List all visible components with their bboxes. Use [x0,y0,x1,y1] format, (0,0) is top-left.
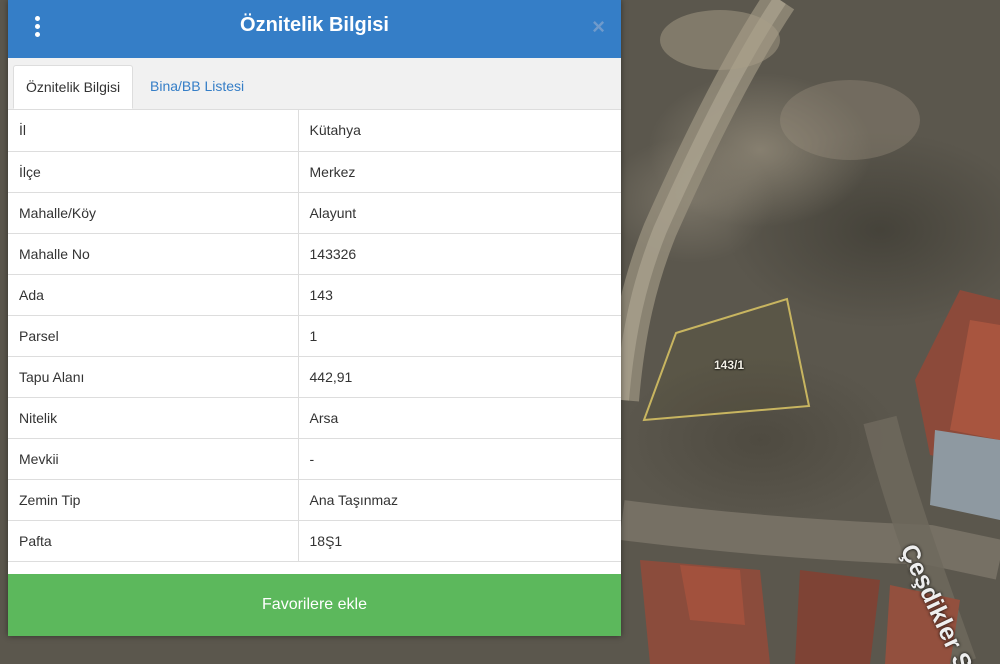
add-to-favorites-button[interactable]: Favorilere ekle [8,574,621,636]
attribute-key: Nitelik [8,397,299,439]
tab-building-list[interactable]: Bina/BB Listesi [138,65,256,109]
attribute-value: Arsa [298,397,621,439]
attribute-value: 143 [298,274,621,316]
table-row: Tapu Alanı 442,91 [8,356,621,398]
tab-attribute-info[interactable]: Öznitelik Bilgisi [13,65,134,109]
table-row: İl Kütahya [8,110,621,152]
panel-title: Öznitelik Bilgisi [240,14,389,36]
table-row: Ada 143 [8,274,621,316]
table-row: Mahalle/Köy Alayunt [8,192,621,234]
attribute-key: Pafta [8,520,299,562]
attribute-value: Alayunt [298,192,621,234]
attribute-key: Mahalle/Köy [8,192,299,234]
attribute-value: Ana Taşınmaz [298,479,621,521]
parcel-label: 143/1 [714,358,745,372]
table-row: Parsel 1 [8,315,621,357]
attribute-key: Mahalle No [8,233,299,275]
table-row: Nitelik Arsa [8,397,621,439]
table-row: İlçe Merkez [8,151,621,193]
table-row: Mahalle No 143326 [8,233,621,275]
attribute-key: Tapu Alanı [8,356,299,398]
panel-header: Öznitelik Bilgisi × [8,0,621,58]
attribute-value: 18Ş1 [298,520,621,562]
attribute-key: Mevkii [8,438,299,480]
attribute-value: 1 [298,315,621,357]
close-icon[interactable]: × [592,15,605,39]
attribute-info-panel: Öznitelik Bilgisi × Öznitelik Bilgisi Bi… [8,0,621,636]
attribute-key: İl [8,110,299,152]
attribute-key: Parsel [8,315,299,357]
attribute-key: İlçe [8,151,299,193]
attribute-value: - [298,438,621,480]
attribute-key: Zemin Tip [8,479,299,521]
panel-tabs: Öznitelik Bilgisi Bina/BB Listesi [8,58,621,110]
table-row: Mevkii - [8,438,621,480]
attribute-key: Ada [8,274,299,316]
table-row: Pafta 18Ş1 [8,520,621,562]
attribute-value: Merkez [298,151,621,193]
attribute-table: İl Kütahya İlçe Merkez Mahalle/Köy Alayu… [8,110,621,562]
table-row: Zemin Tip Ana Taşınmaz [8,479,621,521]
attribute-value: 442,91 [298,356,621,398]
attribute-value: Kütahya [298,110,621,152]
attribute-value: 143326 [298,233,621,275]
